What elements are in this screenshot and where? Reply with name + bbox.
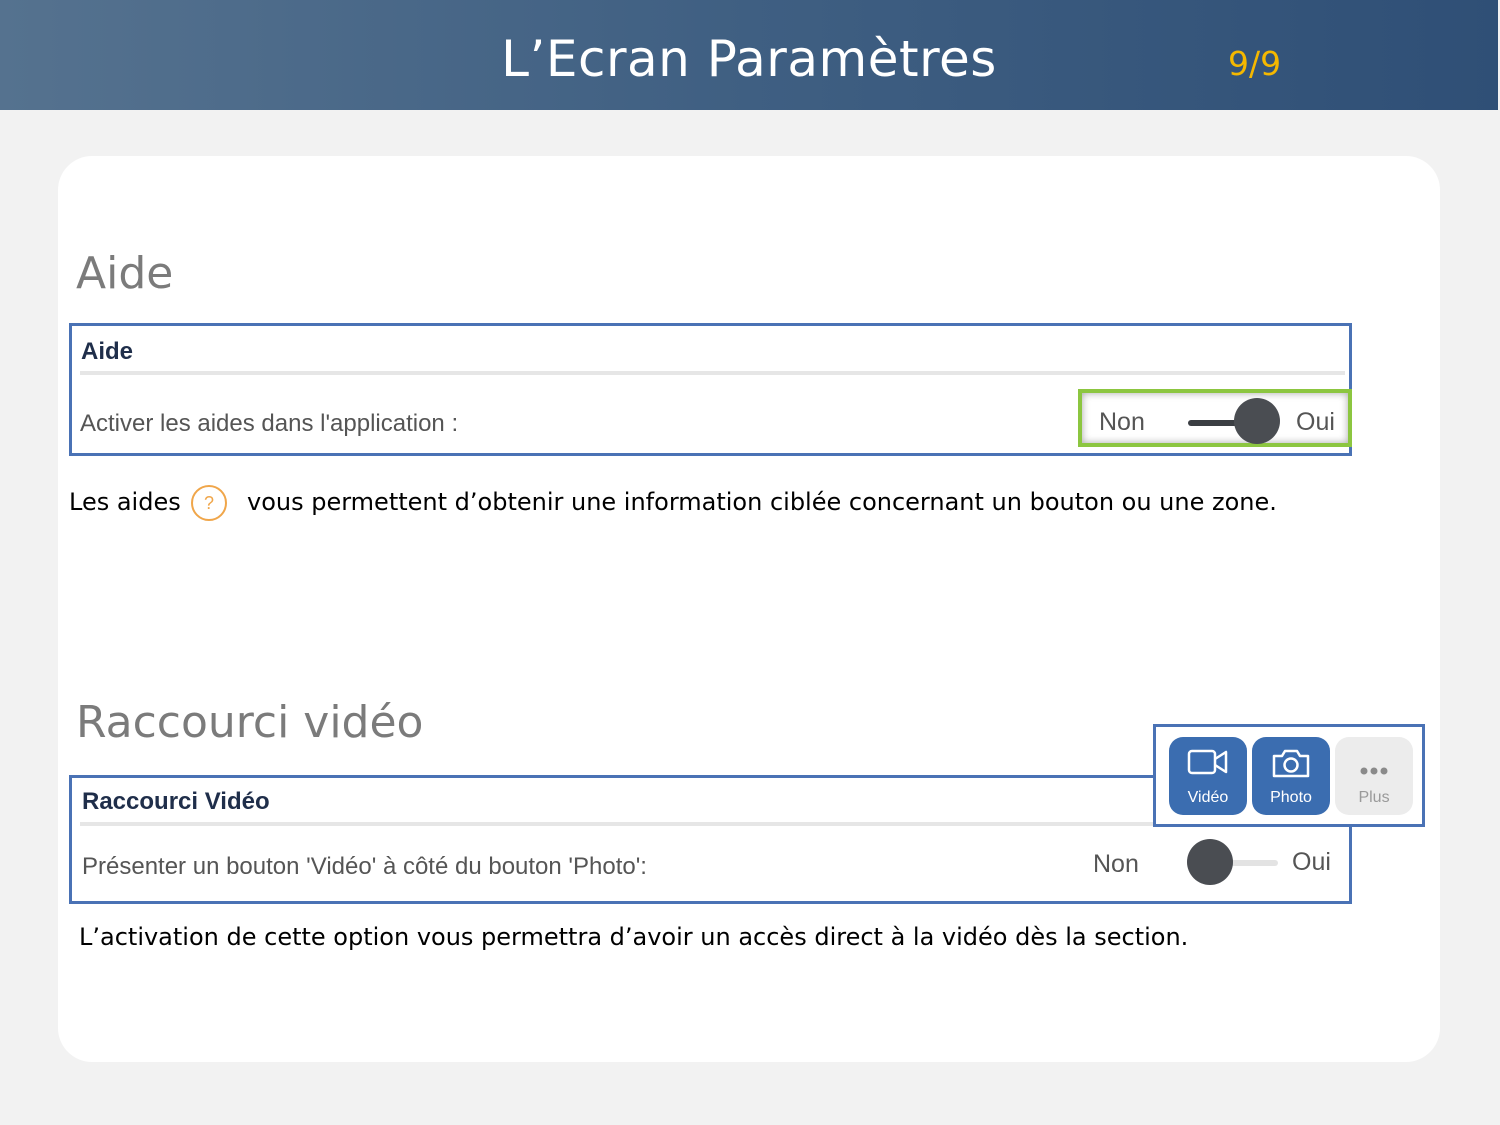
video-shortcut-button[interactable]: Vidéo bbox=[1169, 737, 1247, 815]
aide-toggle-on-label: Oui bbox=[1296, 408, 1335, 436]
camera-icon bbox=[1272, 749, 1310, 778]
video-toggle-knob[interactable] bbox=[1187, 839, 1233, 885]
video-toggle-off-label: Non bbox=[1093, 850, 1139, 878]
aide-toggle-knob[interactable] bbox=[1234, 398, 1280, 444]
video-description: L’activation de cette option vous permet… bbox=[79, 923, 1189, 951]
section-title-video: Raccourci vidéo bbox=[76, 697, 424, 748]
help-question-icon: ? bbox=[191, 485, 227, 521]
aide-toggle-off-label: Non bbox=[1099, 408, 1145, 436]
video-shortcut-label: Vidéo bbox=[1187, 789, 1229, 806]
header-bar: L’Ecran Paramètres 9/9 bbox=[0, 0, 1498, 110]
panel-title-video: Raccourci Vidéo bbox=[82, 788, 270, 815]
video-row-label: Présenter un bouton 'Vidéo' à côté du bo… bbox=[82, 853, 647, 880]
more-shortcut-button[interactable]: Plus bbox=[1335, 737, 1413, 815]
aide-row-label: Activer les aides dans l'application : bbox=[80, 410, 459, 437]
video-camera-icon bbox=[1187, 749, 1228, 775]
section-title-aide: Aide bbox=[76, 248, 174, 299]
aide-description-start: Les aides bbox=[69, 488, 181, 516]
photo-shortcut-button[interactable]: Photo bbox=[1252, 737, 1330, 815]
shortcut-buttons-preview: Vidéo Photo Plus bbox=[1153, 724, 1425, 827]
panel-separator bbox=[80, 371, 1345, 375]
more-shortcut-label: Plus bbox=[1358, 789, 1390, 806]
video-toggle-on-label: Oui bbox=[1292, 848, 1331, 876]
more-dots-icon bbox=[1360, 767, 1388, 775]
help-question-glyph: ? bbox=[203, 493, 214, 513]
panel-title-aide: Aide bbox=[81, 338, 134, 365]
page-number: 9/9 bbox=[1228, 44, 1282, 83]
photo-shortcut-label: Photo bbox=[1270, 789, 1312, 806]
aide-description-end: vous permettent d’obtenir une informatio… bbox=[247, 488, 1277, 516]
